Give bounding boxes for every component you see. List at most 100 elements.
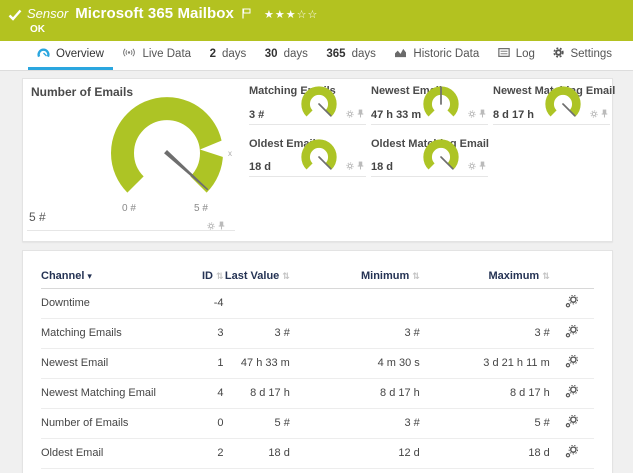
sort-icon[interactable]: ⇅ (216, 272, 224, 282)
channel-name: Matching Emails (41, 318, 180, 349)
main-gauge-value: 5 # (29, 210, 46, 224)
priority-stars[interactable]: ★★★☆☆ (264, 8, 318, 21)
tab-overview[interactable]: Overview (28, 41, 113, 70)
priority-stars-filled[interactable]: ★★★ (264, 8, 297, 21)
tab-2-days[interactable]: 2 days (201, 41, 256, 70)
edit-channel-icon[interactable] (565, 414, 579, 431)
channel-minimum: 3 # (289, 318, 420, 349)
gear-icon[interactable] (468, 105, 476, 123)
gear-icon[interactable] (346, 157, 354, 175)
tab-bar: Overview Live Data 2 days 30 days 365 da… (0, 41, 633, 71)
channel-name: Newest Matching Email (41, 378, 180, 409)
tab-label: days (283, 48, 308, 60)
table-header-row: Channel ▾ ID ⇅ Last Value ⇅ Minimum ⇅ Maximu… (41, 267, 594, 289)
channel-id: 4 (179, 378, 224, 409)
gear-icon[interactable] (346, 105, 354, 123)
channel-name: Newest Email (41, 348, 180, 379)
channel-last-value: 3 # (223, 318, 290, 349)
table-row[interactable]: Newest Email 1 47 h 33 m 4 m 30 s 3 d 21… (41, 348, 594, 379)
gauge (301, 139, 337, 170)
channel-last-value: 18 d (223, 438, 290, 469)
column-header-channel[interactable]: Channel ▾ (41, 267, 180, 289)
pin-icon[interactable] (479, 157, 486, 175)
sort-icon[interactable]: ⇅ (412, 272, 420, 282)
tab-label: Log (515, 48, 535, 60)
channel-minimum: 8 d 17 h (289, 378, 420, 409)
pin-icon[interactable] (601, 105, 608, 123)
tab-label: Settings (570, 48, 612, 60)
gauge-card-oldest-email: Oldest Email 18 d (249, 136, 366, 177)
gauge (301, 86, 337, 117)
flag-icon[interactable] (242, 6, 251, 24)
tab-label: days (351, 48, 376, 60)
gear-icon[interactable] (207, 217, 215, 235)
pin-icon[interactable] (218, 217, 225, 235)
tab-label: Live Data (142, 48, 192, 60)
priority-stars-empty[interactable]: ☆☆ (297, 8, 319, 21)
tab-log[interactable]: Log (489, 41, 544, 70)
sort-icon[interactable]: ⇅ (542, 272, 550, 282)
sensor-header: Sensor Microsoft 365 Mailbox ★★★☆☆ OK (0, 0, 633, 41)
table-row[interactable]: Number of Emails 0 5 # 3 # 5 # (41, 408, 594, 439)
table-row[interactable]: Newest Matching Email 4 8 d 17 h 8 d 17 … (41, 378, 594, 409)
tab-label: Overview (56, 48, 104, 60)
table-row[interactable]: Downtime -4 (41, 288, 594, 319)
gauge-card-newest-email: Newest Email 47 h 33 m (371, 83, 488, 125)
channel-maximum: 3 # (419, 318, 550, 349)
channel-name: Oldest Matching Email (41, 468, 180, 473)
column-header-minimum[interactable]: Minimum ⇅ (289, 267, 420, 289)
gauge-value: 3 # (249, 109, 265, 121)
channel-maximum: 18 d (419, 438, 550, 469)
edit-channel-icon[interactable] (565, 384, 579, 401)
channel-last-value: 5 # (223, 408, 290, 439)
status-ok-check-icon (8, 8, 22, 26)
channel-id: 5 (179, 468, 224, 473)
pin-icon[interactable] (479, 105, 486, 123)
area-chart-icon (394, 47, 407, 61)
tab-number: 365 (326, 48, 346, 60)
gauge-card-newest-matching-email: Newest Matching Email 8 d 17 h (493, 83, 615, 125)
sort-desc-icon[interactable]: ▾ (87, 272, 92, 282)
edit-channel-icon[interactable] (565, 324, 579, 341)
gear-icon[interactable] (468, 157, 476, 175)
channels-panel: Channel ▾ ID ⇅ Last Value ⇅ Minimum ⇅ Maximu… (22, 250, 613, 473)
pin-icon[interactable] (357, 157, 364, 175)
column-header-id[interactable]: ID ⇅ (179, 267, 224, 289)
tab-label: Historic Data (413, 48, 480, 60)
table-row[interactable]: Matching Emails 3 3 # 3 # 3 # (41, 318, 594, 349)
gear-icon[interactable] (590, 105, 598, 123)
table-row[interactable]: Oldest Matching Email 5 18 d 18 d 18 d (41, 468, 594, 473)
edit-channel-icon[interactable] (565, 444, 579, 461)
sort-icon[interactable]: ⇅ (282, 272, 290, 282)
pin-icon[interactable] (357, 105, 364, 123)
channels-table: Channel ▾ ID ⇅ Last Value ⇅ Minimum ⇅ Maximu… (41, 267, 594, 473)
column-header-maximum[interactable]: Maximum ⇅ (419, 267, 550, 289)
channel-id: 3 (179, 318, 224, 349)
edit-channel-icon[interactable] (565, 294, 579, 311)
channel-maximum: 5 # (419, 408, 550, 439)
column-header-last-value[interactable]: Last Value ⇅ (223, 267, 290, 289)
tab-historic-data[interactable]: Historic Data (385, 41, 488, 70)
divider (27, 230, 235, 231)
gauge-card-oldest-matching-email: Oldest Matching Email 18 d (371, 136, 489, 177)
tab-number: 30 (264, 48, 278, 60)
channel-id: -4 (179, 288, 224, 319)
tab-365-days[interactable]: 365 days (317, 41, 384, 70)
tab-live-data[interactable]: Live Data (113, 41, 200, 70)
channel-last-value (223, 288, 290, 319)
table-row[interactable]: Oldest Email 2 18 d 12 d 18 d (41, 438, 594, 469)
gauge-scale-max: 5 # (194, 203, 208, 214)
tab-30-days[interactable]: 30 days (256, 41, 317, 70)
channel-name: Number of Emails (41, 408, 180, 439)
gauge-marker-label: x (228, 149, 232, 158)
channel-minimum (289, 288, 420, 319)
channel-id: 0 (179, 408, 224, 439)
gauge-value: 18 d (249, 161, 272, 173)
channel-name: Downtime (41, 288, 180, 319)
log-list-icon (497, 47, 510, 61)
tab-settings[interactable]: Settings (544, 41, 621, 70)
edit-channel-icon[interactable] (565, 354, 579, 371)
channel-minimum: 18 d (289, 468, 420, 473)
channel-id: 1 (179, 348, 224, 379)
gauges-panel: Number of Emails x 0 # 5 # 5 # Matching … (22, 78, 615, 242)
